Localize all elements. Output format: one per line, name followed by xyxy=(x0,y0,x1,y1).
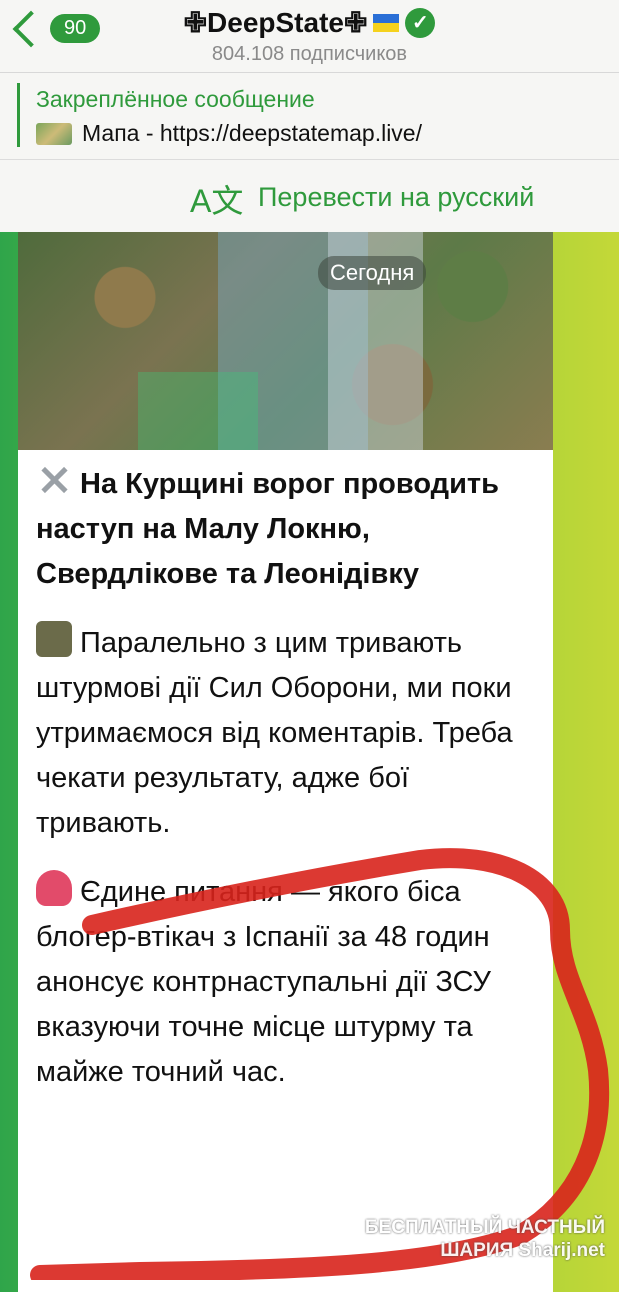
channel-info[interactable]: ✙DeepState✙ ✓ 804.108 подписчиков xyxy=(0,6,619,66)
chat-header: 90 ✙DeepState✙ ✓ 804.108 подписчиков xyxy=(0,0,619,73)
pinned-message[interactable]: Закреплённое сообщение Мапа - https://de… xyxy=(0,73,619,160)
channel-title: ✙DeepState✙ xyxy=(183,7,368,38)
pinned-label: Закреплённое сообщение xyxy=(36,86,315,112)
message-paragraph-2: Єдине питання — якого біса блогер-втікач… xyxy=(18,846,553,1095)
map-image[interactable]: Сегодня xyxy=(18,232,553,450)
angry-creature-icon xyxy=(36,870,72,906)
map-liberated-zone xyxy=(138,372,258,450)
watermark-line-1: БЕСПЛАТНЫЙ ЧАСТНЫЙ xyxy=(364,1217,605,1238)
translate-button[interactable]: Перевести на русский xyxy=(258,182,534,213)
paragraph-2-text: Єдине питання — якого біса блогер-втікач… xyxy=(36,876,491,1088)
subscriber-count: 804.108 подписчиков xyxy=(211,43,408,65)
pinned-text-row: Мапа - https://deepstatemap.live/ xyxy=(36,120,422,147)
pinned-text: Мапа - https://deepstatemap.live/ xyxy=(82,120,422,146)
paragraph-1-text: Паралельно з цим тривають штурмові дії С… xyxy=(36,627,513,839)
message-bubble: Сегодня На Курщині ворог проводить насту… xyxy=(18,232,553,1292)
message-paragraph-1: Паралельно з цим тривають штурмові дії С… xyxy=(18,597,553,846)
soldier-icon xyxy=(36,621,72,657)
verified-icon: ✓ xyxy=(405,7,436,38)
headline-text: На Курщині ворог проводить наступ на Мал… xyxy=(36,468,499,590)
watermark-line-2: ШАРИЯ Sharij.net xyxy=(440,1240,605,1261)
pinned-indicator xyxy=(17,83,20,147)
channel-title-row: ✙DeepState✙ ✓ xyxy=(184,6,436,39)
translate-bar[interactable]: A文 Перевести на русский xyxy=(0,160,619,232)
map-icon xyxy=(36,122,72,145)
ukraine-flag-icon xyxy=(373,13,400,32)
message-headline: На Курщині ворог проводить наступ на Мал… xyxy=(18,450,553,597)
translate-icon: A文 xyxy=(190,183,244,219)
map-date-badge: Сегодня xyxy=(318,256,427,290)
crossed-swords-icon xyxy=(36,462,72,498)
watermark: БЕСПЛАТНЫЙ ЧАСТНЫЙ ШАРИЯ Sharij.net xyxy=(365,1216,605,1262)
